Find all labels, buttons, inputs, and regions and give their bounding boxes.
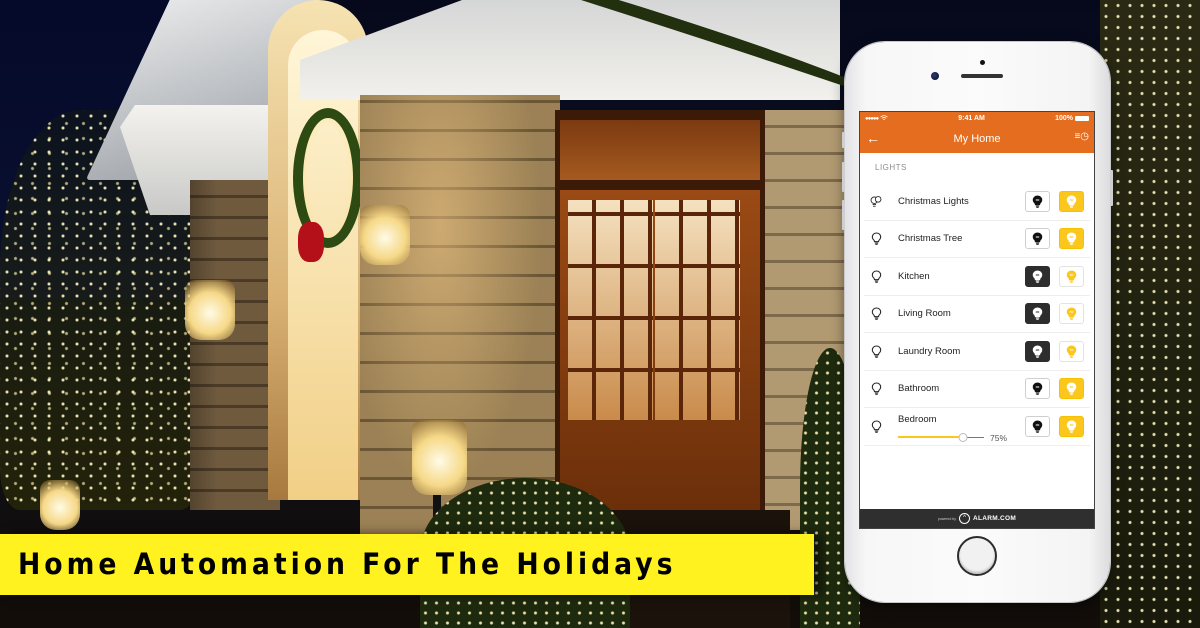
door-glass-right [655, 200, 740, 420]
battery-icon [1074, 115, 1089, 121]
light-row: Kitchen [864, 258, 1090, 296]
section-label-lights: LIGHTS [875, 163, 907, 172]
light-off-button[interactable] [1025, 190, 1050, 212]
light-name: Laundry Room [898, 345, 961, 357]
status-bar: ●●●●● 9:41 AM 100% [860, 112, 1094, 124]
dimmer-slider[interactable] [898, 433, 984, 443]
light-name: Bathroom [898, 383, 940, 395]
bulb-on-icon [1066, 307, 1077, 321]
home-button[interactable] [957, 536, 997, 576]
bulb-on-icon [1066, 195, 1077, 208]
status-time: 9:41 AM [958, 114, 985, 122]
battery-indicator: 100% [1055, 115, 1089, 122]
light-off-button[interactable] [1025, 415, 1050, 437]
multi-bulb-icon [870, 194, 882, 208]
front-camera-icon [931, 72, 939, 80]
powered-by-label: powered by [937, 516, 956, 521]
bulb-icon [870, 419, 882, 433]
bulb-on-icon [1066, 345, 1077, 358]
light-on-button[interactable] [1059, 303, 1084, 325]
lit-tree-right [1100, 0, 1200, 628]
post-lantern [40, 480, 80, 530]
phone-mockup: ●●●●● 9:41 AM 100% ← My Home ≡◷ LIGHTS C… [842, 42, 1113, 602]
light-on-button[interactable] [1059, 228, 1084, 250]
bulb-off-icon [1032, 345, 1043, 358]
wall-lantern [360, 205, 410, 265]
slider-thumb[interactable] [958, 433, 967, 442]
bulb-icon [870, 269, 882, 283]
light-on-button[interactable] [1059, 265, 1084, 287]
bulb-on-icon [1066, 382, 1077, 396]
bulb-off-icon [1032, 382, 1043, 396]
door-transom [560, 120, 760, 180]
mute-switch [842, 132, 845, 148]
app-screen: ●●●●● 9:41 AM 100% ← My Home ≡◷ LIGHTS C… [859, 111, 1095, 529]
back-arrow-icon[interactable]: ← [866, 130, 880, 146]
headline-text: Home Automation For The Holidays [18, 547, 677, 581]
light-row: Living Room [864, 296, 1090, 333]
bulb-icon [870, 232, 882, 246]
power-button [1110, 170, 1113, 206]
bulb-off-icon [1032, 270, 1043, 283]
volume-up-button [842, 162, 845, 192]
bulb-off-icon [1032, 420, 1043, 433]
light-on-button[interactable] [1059, 190, 1084, 212]
light-on-button[interactable] [1059, 378, 1084, 400]
light-off-button[interactable] [1025, 378, 1050, 400]
light-off-button[interactable] [1025, 340, 1050, 362]
light-row: Christmas Lights [864, 183, 1090, 221]
bulb-off-icon [1032, 232, 1043, 246]
alarm-logo-icon: ^ [958, 513, 970, 524]
bulb-icon [870, 344, 882, 358]
light-row: Christmas Tree [864, 221, 1090, 258]
bulb-icon [870, 307, 882, 321]
light-off-button[interactable] [1025, 303, 1050, 325]
red-bow [298, 222, 324, 262]
app-header: ← My Home ≡◷ [860, 124, 1094, 153]
proximity-sensor [980, 60, 985, 65]
schedule-icon[interactable]: ≡◷ [1074, 131, 1089, 142]
arched-window [288, 30, 358, 500]
signal-icon: ●●●●● [865, 114, 888, 122]
wifi-icon [880, 114, 888, 120]
brand-name: ALARM.COM [972, 515, 1017, 522]
light-name: Living Room [898, 308, 951, 320]
light-off-button[interactable] [1025, 265, 1050, 287]
lights-list: Christmas Lights Christmas Tree Kitchen … [860, 183, 1094, 446]
bulb-off-icon [1032, 307, 1043, 321]
powered-by-footer: powered by ^ ALARM.COM [860, 509, 1094, 528]
bulb-on-icon [1066, 420, 1077, 433]
post-lantern [412, 420, 467, 495]
volume-down-button [842, 200, 845, 230]
wall-lantern [185, 280, 235, 340]
battery-percent: 100% [1055, 114, 1073, 122]
light-row: Bedroom 75% [864, 408, 1090, 446]
light-name: Christmas Lights [898, 195, 969, 207]
bulb-on-icon [1066, 270, 1077, 283]
stone-wall-left [190, 180, 280, 510]
light-on-button[interactable] [1059, 415, 1084, 437]
headline-banner: Home Automation For The Holidays [0, 534, 814, 595]
dimmer-value: 75% [990, 433, 1008, 443]
light-on-button[interactable] [1059, 340, 1084, 362]
page-title: My Home [953, 132, 1001, 145]
light-off-button[interactable] [1025, 228, 1050, 250]
bulb-off-icon [1032, 195, 1043, 208]
bulb-icon [870, 382, 882, 396]
light-row: Laundry Room [864, 333, 1090, 371]
light-row: Bathroom [864, 371, 1090, 408]
light-name: Bedroom [898, 414, 937, 425]
slider-fill [898, 436, 963, 438]
earpiece-speaker [961, 74, 1003, 78]
light-name: Christmas Tree [898, 233, 963, 245]
door-glass-left [568, 200, 653, 420]
light-name: Kitchen [898, 270, 930, 282]
bulb-on-icon [1066, 232, 1077, 246]
